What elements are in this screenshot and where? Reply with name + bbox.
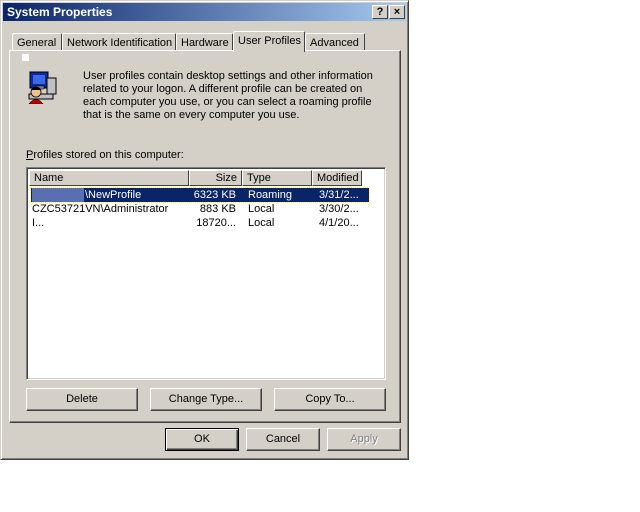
tab-general[interactable]: General	[12, 33, 62, 51]
profile-name: \NewProfile	[85, 189, 142, 201]
profiles-description: User profiles contain desktop settings a…	[83, 70, 373, 121]
profile-type: Local	[248, 217, 275, 229]
ok-label: OK	[194, 433, 210, 445]
profile-size: 883 KB	[199, 203, 236, 215]
profile-type: Roaming	[248, 189, 293, 201]
column-header-modified[interactable]: Modified	[312, 170, 362, 186]
profile-name: CZC53721VN\Administrator	[32, 203, 169, 215]
profile-type: Local	[248, 203, 275, 215]
profile-modified: 3/31/2...	[319, 189, 359, 201]
profile-size: 6323 KB	[193, 189, 236, 201]
focus-marker	[22, 54, 29, 61]
user-profiles-icon	[28, 71, 57, 104]
table-row[interactable]: I... 18720... Local 4/1/20...	[31, 216, 369, 230]
title-bar[interactable]: System Properties ? ×	[3, 3, 406, 21]
copy-to-button[interactable]: Copy To...	[274, 388, 386, 411]
profile-size: 18720...	[196, 217, 236, 229]
profiles-label-text: rofiles stored on this computer:	[33, 149, 184, 161]
apply-button[interactable]: Apply	[327, 428, 401, 451]
window-title: System Properties	[7, 5, 113, 19]
column-header-size[interactable]: Size	[189, 170, 242, 186]
delete-label: Delete	[66, 393, 98, 405]
profiles-list-label: Profiles stored on this computer:	[26, 149, 184, 161]
profile-modified: 3/30/2...	[319, 203, 359, 215]
profile-modified: 4/1/20...	[319, 217, 359, 229]
tab-user-profiles[interactable]: User Profiles	[233, 31, 305, 52]
close-button[interactable]: ×	[389, 5, 405, 19]
tab-network-identification[interactable]: Network Identification	[62, 33, 176, 51]
change-type-button[interactable]: Change Type...	[150, 388, 262, 411]
ok-button[interactable]: OK	[165, 428, 239, 451]
copy-to-label: Copy To...	[305, 393, 355, 405]
column-header-name[interactable]: Name	[29, 170, 189, 186]
change-type-label: Change Type...	[168, 393, 244, 405]
tab-hardware[interactable]: Hardware	[176, 33, 233, 51]
cancel-button[interactable]: Cancel	[246, 428, 320, 451]
help-button[interactable]: ?	[372, 5, 388, 19]
cancel-label: Cancel	[265, 433, 301, 445]
apply-label: Apply	[350, 433, 378, 445]
tab-advanced[interactable]: Advanced	[305, 33, 365, 51]
table-row[interactable]: CZC53721VN\Administrator 883 KB Local 3/…	[31, 202, 369, 216]
system-properties-window: System Properties ? × General Network Id…	[0, 0, 409, 460]
profile-name: I...	[32, 217, 45, 229]
profiles-list[interactable]: Name Size Type Modified \NewProfile 6323…	[26, 167, 386, 380]
delete-button[interactable]: Delete	[26, 388, 138, 411]
column-header-type[interactable]: Type	[242, 170, 312, 186]
redacted-name-block	[32, 188, 84, 202]
table-row[interactable]: \NewProfile 6323 KB Roaming 3/31/2...	[30, 187, 370, 203]
